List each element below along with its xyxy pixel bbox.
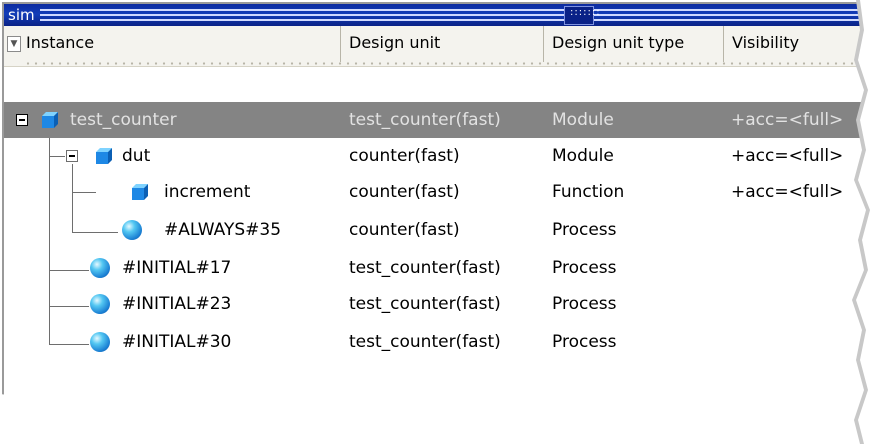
process-icon	[122, 220, 142, 240]
design-unit-cell: test_counter(fast)	[349, 332, 501, 352]
instance-name: #INITIAL#23	[122, 294, 232, 314]
tree-row-test-counter[interactable]: test_counter test_counter(fast) Module +…	[4, 102, 874, 138]
collapse-icon[interactable]	[16, 114, 28, 126]
module-icon	[96, 148, 112, 164]
visibility-cell: +acc=<full>	[731, 182, 844, 202]
collapse-icon[interactable]	[66, 150, 78, 162]
column-label-instance: Instance	[26, 33, 95, 52]
visibility-cell: +acc=<full>	[731, 146, 844, 166]
module-icon	[42, 112, 58, 128]
sim-window: sim ::::::: Instance ▼ Design unit Desig…	[2, 2, 876, 414]
process-icon	[90, 294, 110, 314]
process-icon	[90, 332, 110, 352]
tree-row-initial-17[interactable]: #INITIAL#17 test_counter(fast) Process	[4, 250, 874, 286]
design-unit-cell: test_counter(fast)	[349, 294, 501, 314]
column-header-instance[interactable]: Instance	[4, 26, 341, 62]
design-unit-type-cell: Process	[552, 294, 617, 314]
sort-menu-icon[interactable]: ▼	[7, 36, 21, 52]
design-unit-type-cell: Module	[552, 110, 614, 130]
column-header-design-unit[interactable]: Design unit	[341, 26, 544, 62]
column-label-visibility: Visibility	[732, 33, 800, 52]
drag-grip-icon[interactable]: :::::::	[564, 6, 600, 25]
column-header-design-unit-type[interactable]: Design unit type	[544, 26, 724, 62]
instance-name: dut	[122, 146, 151, 166]
title-bar[interactable]: sim :::::::	[4, 4, 874, 26]
visibility-cell: +acc=<full>	[731, 110, 844, 130]
tree-row-initial-30[interactable]: #INITIAL#30 test_counter(fast) Process	[4, 324, 874, 360]
instance-name: #INITIAL#30	[122, 332, 232, 352]
column-label-design-unit: Design unit	[349, 33, 441, 52]
torn-edge-decoration	[852, 0, 882, 444]
tree-row-always-35[interactable]: #ALWAYS#35 counter(fast) Process	[4, 212, 874, 248]
process-icon	[90, 258, 110, 278]
column-header-row: Instance ▼ Design unit Design unit type …	[4, 26, 874, 67]
design-unit-cell: test_counter(fast)	[349, 110, 501, 130]
design-unit-type-cell: Function	[552, 182, 625, 202]
instance-name: test_counter	[70, 110, 177, 130]
design-unit-cell: test_counter(fast)	[349, 258, 501, 278]
torn-edge-decoration	[0, 382, 882, 444]
design-unit-cell: counter(fast)	[349, 182, 460, 202]
tree-row-dut[interactable]: dut counter(fast) Module +acc=<full>	[4, 138, 874, 174]
tree-row-initial-23[interactable]: #INITIAL#23 test_counter(fast) Process	[4, 286, 874, 322]
instance-name: #INITIAL#17	[122, 258, 232, 278]
column-label-design-unit-type: Design unit type	[552, 33, 685, 52]
design-unit-type-cell: Process	[552, 258, 617, 278]
tree-row-increment[interactable]: increment counter(fast) Function +acc=<f…	[4, 174, 874, 210]
header-divider	[24, 62, 864, 65]
instance-name: increment	[164, 182, 251, 202]
design-unit-cell: counter(fast)	[349, 146, 460, 166]
design-unit-type-cell: Process	[552, 220, 617, 240]
design-unit-cell: counter(fast)	[349, 220, 460, 240]
module-icon	[132, 184, 148, 200]
window-title: sim	[8, 6, 35, 24]
design-unit-type-cell: Module	[552, 146, 614, 166]
instance-name: #ALWAYS#35	[164, 220, 282, 240]
design-unit-type-cell: Process	[552, 332, 617, 352]
